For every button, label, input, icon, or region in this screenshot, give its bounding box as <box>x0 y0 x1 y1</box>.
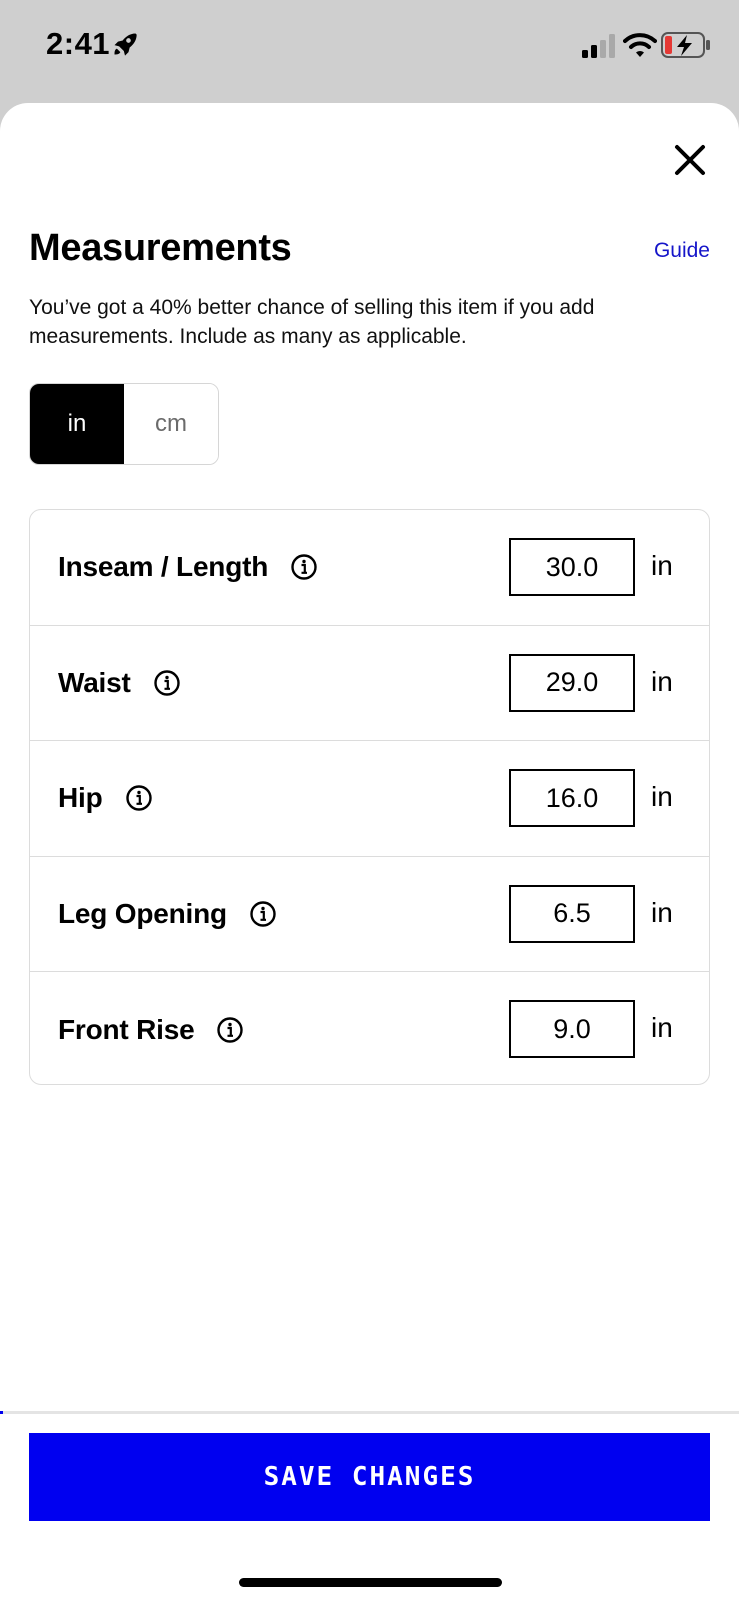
leg-opening-input[interactable] <box>509 884 635 943</box>
page-title: Measurements <box>29 227 292 269</box>
waist-input[interactable] <box>509 653 635 712</box>
unit-option-cm[interactable]: cm <box>124 384 218 464</box>
measurement-label: Hip <box>58 782 103 814</box>
measurements-card: Inseam / Length in Waist in Hip <box>29 509 710 1085</box>
rocket-icon <box>114 33 137 56</box>
info-icon[interactable] <box>290 553 318 581</box>
measurement-label: Leg Opening <box>58 897 227 929</box>
measurements-sheet: Measurements Guide You’ve got a 40% bett… <box>0 103 739 1600</box>
cellular-signal-icon <box>582 34 615 58</box>
measurement-label: Waist <box>58 666 131 698</box>
wifi-icon <box>623 33 657 57</box>
info-icon[interactable] <box>125 784 153 812</box>
info-icon[interactable] <box>249 900 277 928</box>
battery-charging-icon <box>661 32 710 58</box>
status-time: 2:41 <box>46 26 111 61</box>
guide-link[interactable]: Guide <box>654 239 710 263</box>
measurement-row-leg-opening: Leg Opening in <box>30 857 709 972</box>
measurement-unit: in <box>651 550 673 581</box>
measurement-unit: in <box>651 781 673 812</box>
save-changes-button[interactable]: SAVE CHANGES <box>29 1433 710 1521</box>
unit-toggle: in cm <box>29 383 219 465</box>
hip-input[interactable] <box>509 769 635 827</box>
measurement-row-waist: Waist in <box>30 626 709 741</box>
measurement-row-front-rise: Front Rise in <box>30 972 709 1084</box>
measurement-unit: in <box>651 896 673 928</box>
measurement-unit: in <box>651 1012 673 1043</box>
unit-option-in[interactable]: in <box>30 384 124 464</box>
measurement-unit: in <box>651 665 673 697</box>
measurement-label: Front Rise <box>58 1013 195 1045</box>
measurement-row-hip: Hip in <box>30 741 709 857</box>
info-icon[interactable] <box>153 669 181 697</box>
info-icon[interactable] <box>216 1016 244 1044</box>
measurement-label: Inseam / Length <box>58 551 269 583</box>
measurement-row-inseam: Inseam / Length in <box>30 510 709 626</box>
home-indicator <box>239 1578 502 1587</box>
front-rise-input[interactable] <box>509 1000 635 1058</box>
close-icon[interactable] <box>668 138 712 182</box>
inseam-input[interactable] <box>509 538 635 596</box>
status-bar: 2:41 <box>0 0 739 100</box>
footer-divider <box>0 1411 739 1414</box>
subtitle-text: You’ve got a 40% better chance of sellin… <box>29 296 595 348</box>
